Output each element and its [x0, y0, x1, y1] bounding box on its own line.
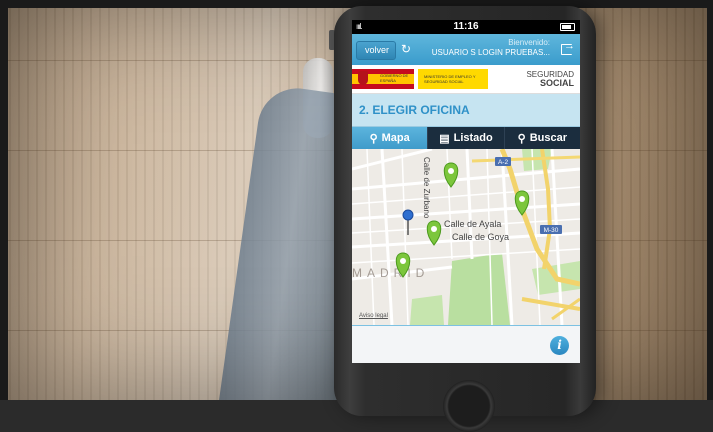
label-ayala: Calle de Ayala	[444, 219, 501, 229]
status-time: 11:16	[453, 21, 479, 32]
seguridad-social-logo: SEGURIDAD SOCIAL	[526, 71, 574, 88]
tab-buscar[interactable]: ⚲ Buscar	[503, 127, 580, 149]
aviso-legal-link[interactable]: Aviso legal	[359, 313, 388, 319]
logout-icon[interactable]	[561, 40, 575, 55]
phone-screen: ıııl. 11:16 volver ↻ Bienvenido: USUARIO…	[352, 20, 580, 363]
user-name: USUARIO S LOGIN PRUEBAS...	[431, 48, 550, 57]
m30-label: M-30	[544, 227, 559, 234]
section-title: 2. ELEGIR OFICINA	[352, 94, 580, 127]
tab-buscar-label: Buscar	[529, 132, 567, 144]
tab-listado[interactable]: ▤ Listado	[427, 127, 503, 149]
search-icon: ⚲	[517, 132, 526, 145]
navbar: volver ↻ Bienvenido: USUARIO S LOGIN PRU…	[352, 34, 580, 65]
tab-mapa[interactable]: ⚲ Mapa	[352, 127, 428, 149]
label-zurbano: Calle de Zurbano	[422, 157, 431, 219]
refresh-icon[interactable]: ↻	[399, 42, 413, 56]
screen-footer: i	[352, 326, 580, 363]
gobierno-text: GOBIERNO DE ESPAÑA	[380, 73, 409, 83]
welcome-label: Bienvenido:	[508, 38, 550, 47]
map-pin-icon: ⚲	[369, 132, 378, 145]
coat-of-arms-icon	[358, 71, 368, 85]
road-a2	[471, 155, 580, 163]
back-button[interactable]: volver	[356, 41, 397, 60]
office-marker[interactable]	[443, 162, 459, 188]
tab-listado-label: Listado	[453, 132, 493, 144]
seg-social-line2: SOCIAL	[539, 78, 574, 88]
tab-bar: ⚲ Mapa ▤ Listado ⚲ Buscar	[352, 127, 580, 149]
document-icon: ▤	[439, 132, 450, 145]
map-canvas: A-2 M-30 Calle de Zurbano Calle de Ayala…	[352, 149, 580, 325]
retiro-park	[448, 253, 510, 325]
status-bar: ıııl. 11:16	[352, 20, 580, 34]
welcome-block: Bienvenido: USUARIO S LOGIN PRUEBAS...	[432, 38, 550, 58]
a2-label: A-2	[498, 159, 509, 166]
home-button[interactable]	[443, 380, 495, 432]
government-banner: GOBIERNO DE ESPAÑA MINISTERIO DE EMPLEO …	[352, 65, 580, 94]
ministry-text: MINISTERIO DE EMPLEO Y SEGURIDAD SOCIAL	[418, 69, 488, 89]
my-location-pin[interactable]	[402, 209, 414, 221]
office-map[interactable]: A-2 M-30 Calle de Zurbano Calle de Ayala…	[352, 149, 580, 326]
battery-icon	[560, 23, 575, 31]
label-city: MADRID	[352, 266, 429, 280]
info-icon[interactable]: i	[550, 336, 569, 355]
label-goya: Calle de Goya	[452, 232, 509, 242]
tab-mapa-label: Mapa	[381, 132, 410, 144]
park-area	[410, 295, 444, 325]
office-marker[interactable]	[514, 190, 530, 216]
